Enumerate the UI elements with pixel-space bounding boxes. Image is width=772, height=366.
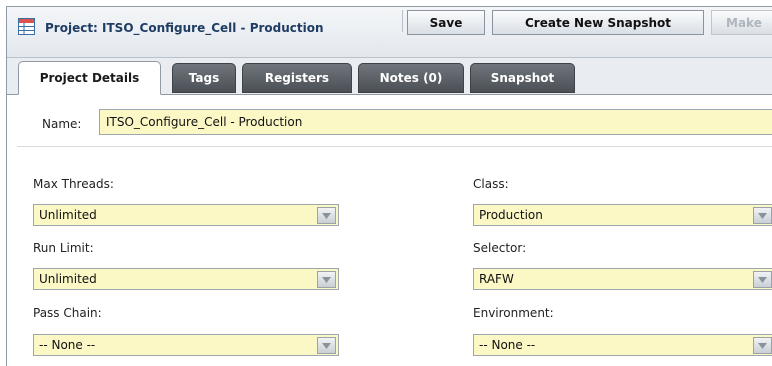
max-threads-label: Max Threads: (33, 177, 114, 191)
tab-notes[interactable]: Notes (0) (358, 63, 464, 93)
class-label: Class: (473, 177, 509, 191)
run-limit-value: Unlimited (39, 272, 97, 286)
max-threads-value: Unlimited (39, 208, 97, 222)
chevron-down-icon[interactable] (317, 207, 336, 224)
selector-label: Selector: (473, 241, 527, 255)
create-new-snapshot-button[interactable]: Create New Snapshot (492, 10, 704, 35)
pass-chain-select[interactable]: -- None -- (33, 334, 339, 356)
tab-project-details[interactable]: Project Details (18, 61, 161, 95)
environment-value: -- None -- (479, 338, 536, 352)
max-threads-select[interactable]: Unlimited (33, 204, 339, 226)
section-divider (17, 146, 772, 147)
save-button[interactable]: Save (407, 10, 485, 35)
tab-snapshot[interactable]: Snapshot (470, 63, 575, 93)
project-table-icon (18, 18, 35, 35)
project-details-panel (7, 95, 772, 366)
selector-value: RAFW (479, 272, 514, 286)
chevron-down-icon[interactable] (317, 271, 336, 288)
tab-tags[interactable]: Tags (172, 63, 236, 93)
project-title: Project: ITSO_Configure_Cell - Productio… (45, 21, 324, 35)
pass-chain-value: -- None -- (39, 338, 96, 352)
run-limit-label: Run Limit: (33, 241, 94, 255)
project-window: Project: ITSO_Configure_Cell - Productio… (0, 0, 772, 366)
class-select[interactable]: Production (473, 204, 772, 226)
tab-registers[interactable]: Registers (242, 63, 352, 93)
environment-label: Environment: (473, 306, 554, 320)
name-label: Name: (42, 117, 82, 131)
run-limit-select[interactable]: Unlimited (33, 268, 339, 290)
pass-chain-label: Pass Chain: (33, 306, 102, 320)
chevron-down-icon[interactable] (753, 207, 772, 224)
environment-select[interactable]: -- None -- (473, 334, 772, 356)
make-button[interactable]: Make (711, 10, 772, 35)
chevron-down-icon[interactable] (753, 271, 772, 288)
selector-select[interactable]: RAFW (473, 268, 772, 290)
chevron-down-icon[interactable] (317, 337, 336, 354)
header-divider (402, 10, 403, 32)
name-input[interactable]: ITSO_Configure_Cell - Production (99, 109, 772, 135)
class-value: Production (479, 208, 543, 222)
chevron-down-icon[interactable] (753, 337, 772, 354)
